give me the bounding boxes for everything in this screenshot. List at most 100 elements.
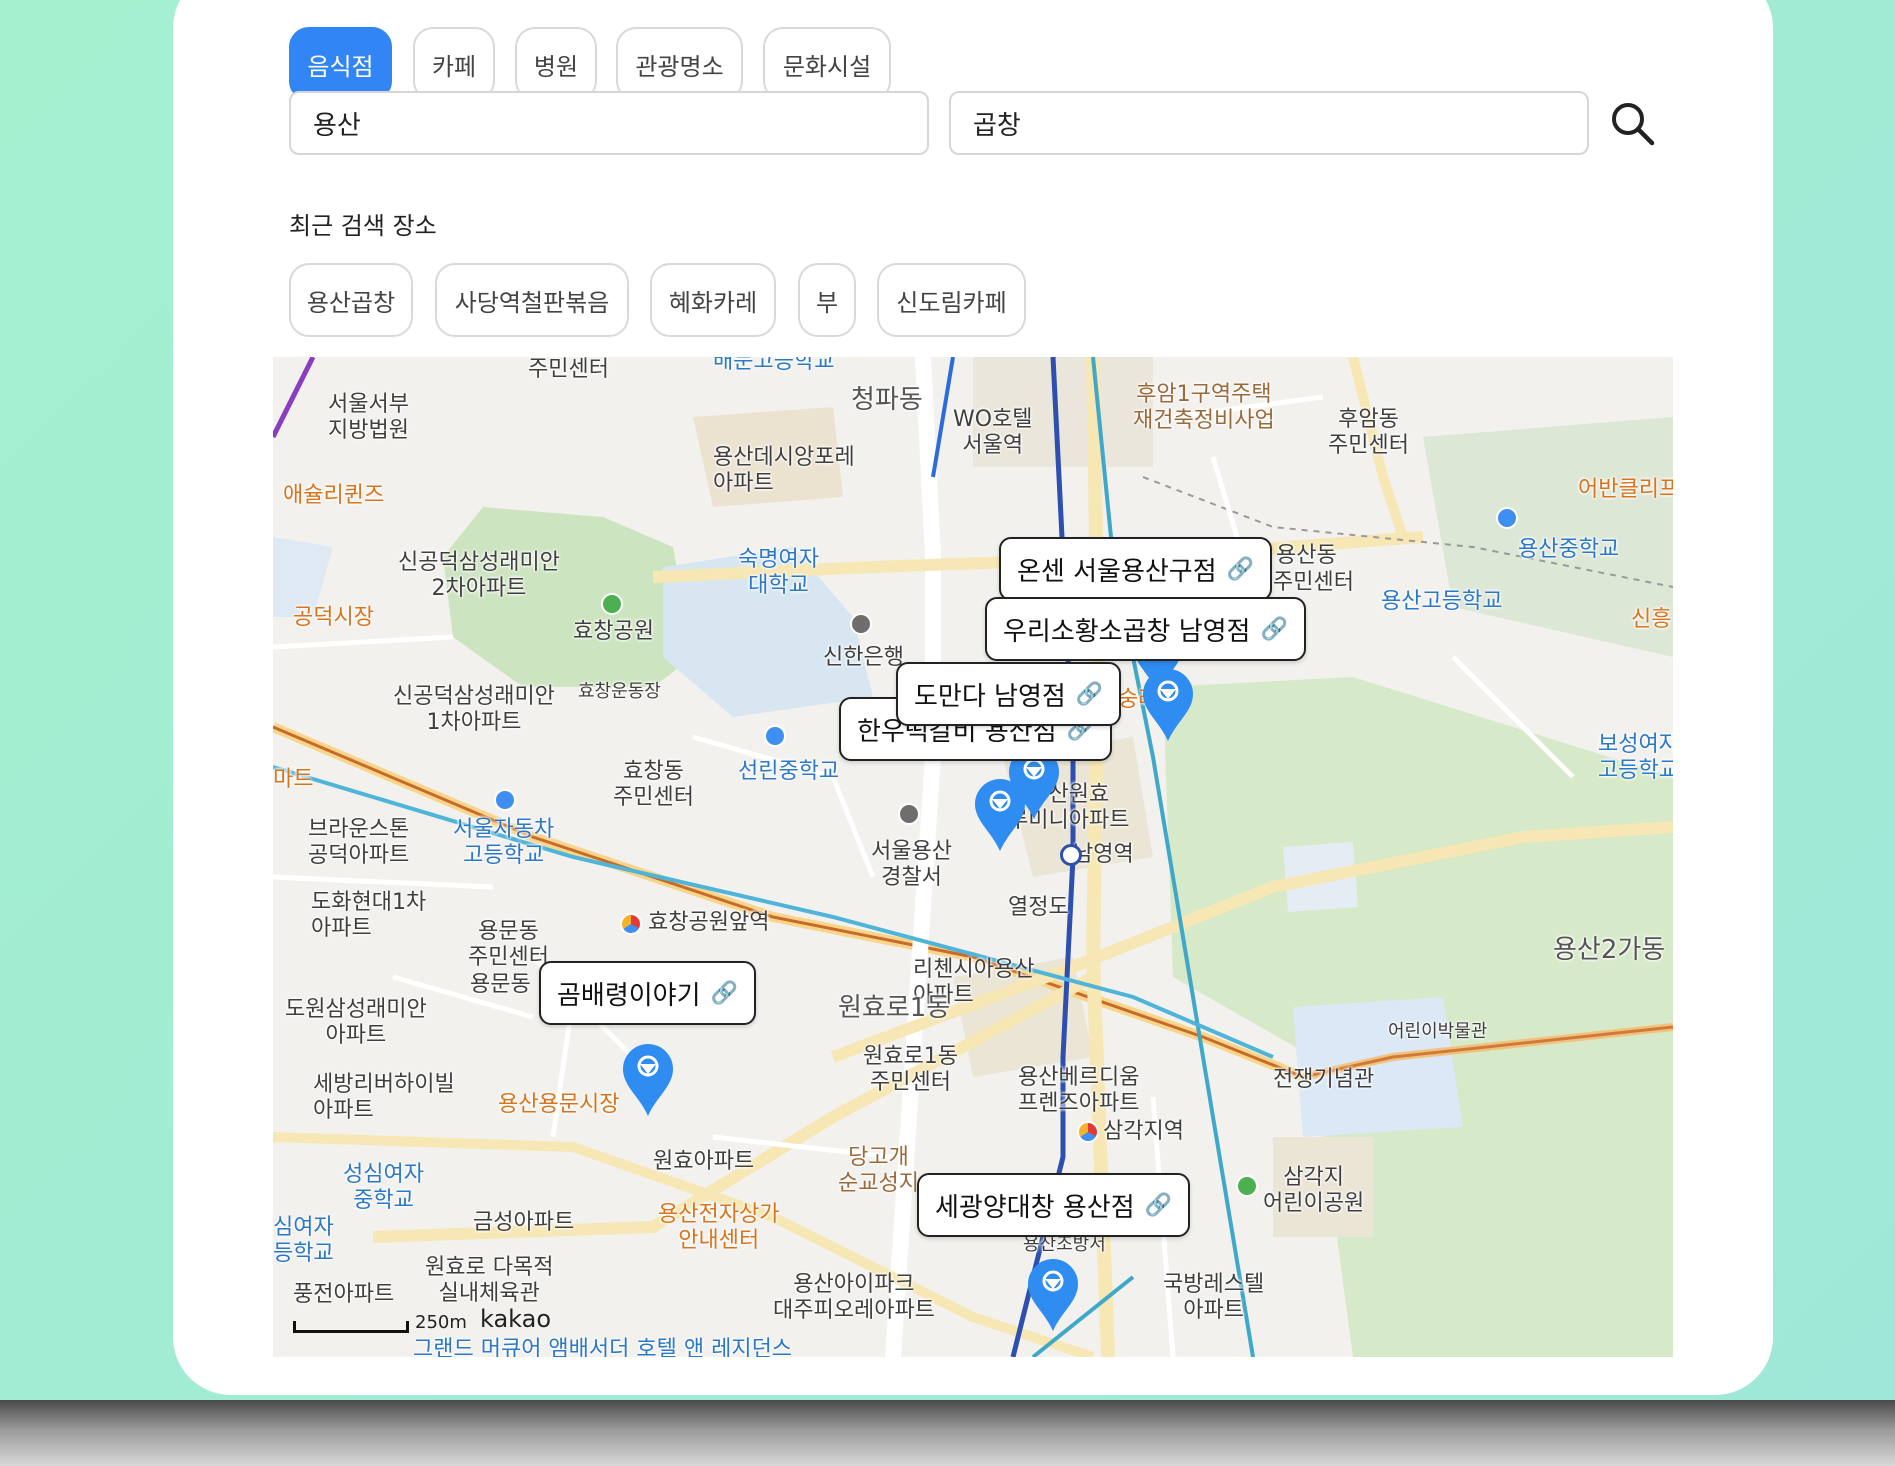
- map-label: 원효아파트: [653, 1149, 755, 1174]
- recent-search-item[interactable]: 부: [798, 263, 856, 337]
- map-label: 청파동: [851, 385, 923, 415]
- map-label: WO호텔 서울역: [953, 407, 1033, 458]
- recent-search-item[interactable]: 혜화카레: [650, 263, 776, 337]
- recent-search-item[interactable]: 사당역철판볶음: [435, 263, 629, 337]
- map[interactable]: 주민센터 배문고등학교 청파동 서울서부 지방법원 WO호텔 서울역 후암1구역…: [273, 357, 1673, 1357]
- park-icon: [1236, 1175, 1258, 1197]
- keyword-input[interactable]: [949, 91, 1589, 155]
- place-tooltip[interactable]: 곰배령이야기 🔗: [539, 961, 756, 1025]
- map-label: 주민센터: [1273, 570, 1354, 595]
- recent-search-item[interactable]: 용산곱창: [289, 263, 413, 337]
- region-input[interactable]: [289, 91, 929, 155]
- map-label: 신흥: [1631, 607, 1672, 632]
- map-label: 효창운동장: [578, 681, 661, 702]
- subway-station-icon: [1060, 844, 1082, 866]
- category-chip-culture[interactable]: 문화시설: [763, 27, 891, 101]
- map-label: 숙명여자 대학교: [738, 547, 819, 598]
- scale-bar: [293, 1321, 409, 1333]
- map-label: 도원삼성래미안 아파트: [285, 997, 427, 1048]
- place-tooltip[interactable]: 우리소황소곱창 남영점 🔗: [985, 597, 1306, 661]
- place-name: 우리소황소곱창 남영점: [1003, 616, 1251, 647]
- map-pin-icon[interactable]: [1141, 667, 1195, 743]
- map-label: 용산고등학교: [1381, 589, 1503, 614]
- bank-icon: [850, 613, 872, 635]
- place-tooltip[interactable]: 세광양대창 용산점 🔗: [917, 1173, 1191, 1237]
- search-icon: [1612, 103, 1655, 146]
- bottom-bar: [0, 1400, 1895, 1466]
- category-chip-tourist-spot[interactable]: 관광명소: [616, 27, 743, 101]
- map-label: 세방리버하이빌 아파트: [313, 1072, 455, 1123]
- link-icon[interactable]: 🔗: [1227, 557, 1254, 582]
- map-label: 용산데시앙포레 아파트: [713, 445, 855, 496]
- place-name: 도만다 남영점: [914, 681, 1066, 712]
- map-label: 원효로1동 주민센터: [863, 1044, 958, 1095]
- school-icon: [764, 725, 786, 747]
- map-label: 삼각지 어린이공원: [1263, 1165, 1365, 1216]
- map-label: 용산2가동: [1553, 935, 1666, 965]
- map-pin-icon[interactable]: [973, 777, 1027, 853]
- police-icon: [898, 803, 920, 825]
- map-label: 성심여자 중학교: [343, 1162, 424, 1213]
- map-label: 신한은행: [823, 645, 904, 670]
- map-label: 용문동 주민센터: [468, 919, 549, 970]
- map-label: 원효로1동: [838, 993, 951, 1023]
- map-label: 보성여자 고등학교: [1598, 732, 1673, 783]
- map-scale: 250m: [293, 1312, 467, 1333]
- map-label: 풍전아파트: [293, 1282, 395, 1307]
- map-label: 공덕시장: [293, 605, 374, 630]
- map-pin-icon[interactable]: [621, 1042, 675, 1118]
- map-label: 선린중학교: [738, 759, 840, 784]
- map-label: 용산아이파크 대주피오레아파트: [773, 1272, 935, 1323]
- recent-search-item[interactable]: 신도림카페: [877, 263, 1026, 337]
- school-icon: [494, 789, 516, 811]
- park-icon: [601, 593, 623, 615]
- map-label: 어린이박물관: [1388, 1021, 1488, 1042]
- map-label: 애슐리퀸즈: [283, 483, 385, 508]
- map-label: 서울서부 지방법원: [328, 392, 409, 443]
- map-label: 효창공원앞역: [648, 910, 770, 935]
- map-label: 배문고등학교: [713, 357, 835, 374]
- map-label: 남영역: [1073, 842, 1134, 867]
- map-label: 브라운스톤 공덕아파트: [308, 817, 410, 868]
- place-name: 세광양대창 용산점: [935, 1192, 1135, 1223]
- category-chip-hospital[interactable]: 병원: [515, 27, 597, 101]
- link-icon[interactable]: 🔗: [1076, 682, 1103, 707]
- recent-search-title: 최근 검색 장소: [289, 212, 437, 240]
- map-label: 신공덕삼성래미안 2차아파트: [398, 550, 560, 601]
- link-icon[interactable]: 🔗: [1145, 1193, 1172, 1218]
- link-icon[interactable]: 🔗: [711, 981, 738, 1006]
- map-label: 당고개 순교성지: [838, 1145, 919, 1196]
- map-label: 국방레스텔 아파트: [1163, 1272, 1265, 1323]
- place-name: 온센 서울용산구점: [1017, 556, 1217, 587]
- school-icon: [1496, 507, 1518, 529]
- map-label: 서울자동차 고등학교: [453, 817, 555, 868]
- map-label: 주민센터: [528, 357, 609, 382]
- category-chip-restaurant[interactable]: 음식점: [289, 27, 392, 101]
- map-label: 용산중학교: [1518, 537, 1620, 562]
- map-label: 용산베르디움 프렌즈아파트: [1018, 1065, 1140, 1116]
- scale-label: 250m: [415, 1312, 467, 1333]
- link-icon[interactable]: 🔗: [1260, 617, 1287, 642]
- map-label: 용산용문시장: [498, 1092, 620, 1117]
- subway-station-icon: [1077, 1121, 1099, 1143]
- map-label: 도화현대1차 아파트: [311, 890, 427, 941]
- map-label: 후암1구역주택 재건축정비사업: [1133, 382, 1275, 433]
- map-label: 효창공원: [573, 619, 654, 644]
- place-tooltip[interactable]: 온센 서울용산구점 🔗: [999, 537, 1273, 601]
- map-label: 신공덕삼성래미안 1차아파트: [393, 684, 555, 735]
- map-label: 심여자 등학교: [273, 1215, 334, 1266]
- map-label: 마트: [273, 767, 314, 792]
- map-label: 원효로 다목적 실내체육관: [425, 1255, 554, 1306]
- category-chip-cafe[interactable]: 카페: [413, 27, 495, 101]
- map-label: 어반클리프: [1578, 477, 1673, 502]
- map-label: 열정도: [1008, 895, 1069, 920]
- map-label: 효창동 주민센터: [613, 759, 694, 810]
- map-pin-icon[interactable]: [1026, 1257, 1080, 1333]
- map-label: 용산동: [1276, 543, 1337, 568]
- map-label: 전쟁기념관: [1273, 1067, 1375, 1092]
- map-provider-logo: kakao: [480, 1305, 552, 1333]
- search-button[interactable]: [1605, 91, 1659, 155]
- map-label: 그랜드 머큐어 앰배서더 호텔 앤 레지던스: [413, 1337, 793, 1357]
- place-tooltip[interactable]: 도만다 남영점 🔗: [896, 662, 1122, 726]
- subway-station-icon: [620, 913, 642, 935]
